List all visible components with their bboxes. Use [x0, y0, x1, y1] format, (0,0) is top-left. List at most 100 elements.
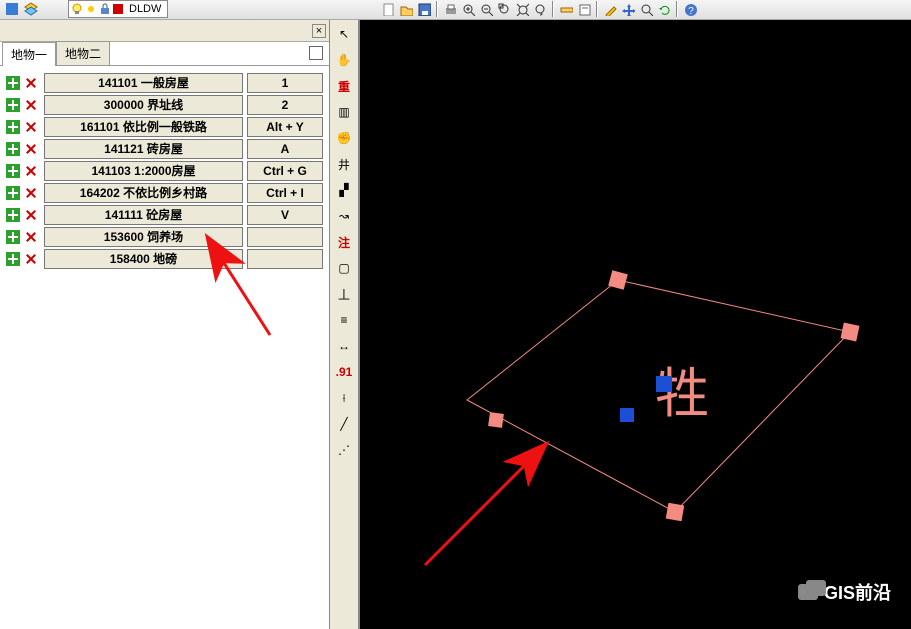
app-icon[interactable]: [4, 1, 20, 17]
feature-label-button[interactable]: 141101 一般房屋: [44, 73, 243, 93]
canvas-svg: 牲: [360, 20, 911, 629]
bulb-icon: [71, 3, 83, 15]
layers2-icon[interactable]: ▥: [333, 102, 355, 122]
feature-shortcut-button[interactable]: [247, 249, 323, 269]
zoom-in-icon[interactable]: [460, 1, 476, 17]
drawing-canvas[interactable]: 牲 GIS前沿: [360, 20, 911, 629]
curve-icon[interactable]: ↝: [333, 206, 355, 226]
tab-feature-2[interactable]: 地物二: [56, 41, 110, 65]
feature-label-button[interactable]: 158400 地磅: [44, 249, 243, 269]
feature-label-button[interactable]: 141121 砖房屋: [44, 139, 243, 159]
ruler-tool-icon[interactable]: [558, 1, 574, 17]
remove-icon[interactable]: [24, 98, 38, 112]
panel-close-button[interactable]: ×: [312, 24, 326, 38]
add-icon[interactable]: [6, 164, 20, 178]
box-icon[interactable]: ▢: [333, 258, 355, 278]
add-icon[interactable]: [6, 252, 20, 266]
add-icon[interactable]: [6, 186, 20, 200]
remove-icon[interactable]: [24, 120, 38, 134]
add-icon[interactable]: [6, 208, 20, 222]
zoom-out-icon[interactable]: [478, 1, 494, 17]
remove-icon[interactable]: [24, 186, 38, 200]
zoom-window-icon[interactable]: [496, 1, 512, 17]
hand-icon[interactable]: ✋: [333, 50, 355, 70]
top-toolbar: DLDW ?: [0, 0, 911, 20]
feature-row: 153600 饲养场: [6, 226, 323, 247]
tab-toggle-box[interactable]: [309, 46, 323, 60]
feature-label-button[interactable]: 141103 1:2000房屋: [44, 161, 243, 181]
help-icon[interactable]: ?: [682, 1, 698, 17]
add-icon[interactable]: [6, 142, 20, 156]
grid-icon[interactable]: 井: [333, 154, 355, 174]
layer-selector[interactable]: DLDW: [68, 0, 168, 18]
feature-shortcut-button[interactable]: Alt + Y: [247, 117, 323, 137]
feature-shortcut-button[interactable]: V: [247, 205, 323, 225]
scale-label[interactable]: .91: [333, 362, 355, 382]
add-icon[interactable]: [6, 120, 20, 134]
remove-icon[interactable]: [24, 76, 38, 90]
property-panel: × 地物一 地物二 141101 一般房屋1300000 界址线2161101 …: [0, 20, 330, 629]
feature-list: 141101 一般房屋1300000 界址线2161101 依比例一般铁路Alt…: [0, 66, 329, 629]
refresh-icon[interactable]: [656, 1, 672, 17]
watermark-text: GIS前沿: [824, 579, 891, 605]
chong-label[interactable]: 重: [333, 76, 355, 96]
dashline-icon[interactable]: ⋰: [333, 440, 355, 460]
print-icon[interactable]: [442, 1, 458, 17]
dim-icon[interactable]: ↔: [333, 336, 355, 356]
ruler-icon[interactable]: 丄: [333, 284, 355, 304]
layers-icon[interactable]: [23, 1, 39, 17]
feature-shortcut-button[interactable]: Ctrl + I: [247, 183, 323, 203]
feature-row: 161101 依比例一般铁路Alt + Y: [6, 116, 323, 137]
watermark: GIS前沿: [798, 579, 891, 605]
chart-icon[interactable]: ▞: [333, 180, 355, 200]
vertical-toolstrip: ↖ ✋ 重 ▥ ✊ 井 ▞ ↝ 注 ▢ 丄 ≡ ↔ .91 ⟊ ╱ ⋰: [330, 20, 360, 629]
feature-label-button[interactable]: 164202 不依比例乡村路: [44, 183, 243, 203]
add-icon[interactable]: [6, 230, 20, 244]
panel-header: ×: [0, 20, 329, 42]
bars-icon[interactable]: ≡: [333, 310, 355, 330]
save-icon[interactable]: [416, 1, 432, 17]
zoom-prev-icon[interactable]: [532, 1, 548, 17]
note-icon[interactable]: [576, 1, 592, 17]
remove-icon[interactable]: [24, 142, 38, 156]
remove-icon[interactable]: [24, 230, 38, 244]
feature-row: 141103 1:2000房屋Ctrl + G: [6, 160, 323, 181]
feature-label-button[interactable]: 161101 依比例一般铁路: [44, 117, 243, 137]
zoom2-icon[interactable]: [638, 1, 654, 17]
feature-row: 164202 不依比例乡村路Ctrl + I: [6, 182, 323, 203]
zoom-extent-icon[interactable]: [514, 1, 530, 17]
open-icon[interactable]: [398, 1, 414, 17]
remove-icon[interactable]: [24, 208, 38, 222]
feature-shortcut-button[interactable]: [247, 227, 323, 247]
top-left-icons: [4, 1, 39, 17]
seg-icon[interactable]: ⟊: [333, 388, 355, 408]
feature-shortcut-button[interactable]: A: [247, 139, 323, 159]
edit-icon[interactable]: [602, 1, 618, 17]
remove-icon[interactable]: [24, 164, 38, 178]
top-right-icons: ?: [380, 1, 698, 17]
zhu-label[interactable]: 注: [333, 232, 355, 252]
add-icon[interactable]: [6, 98, 20, 112]
feature-label-button[interactable]: 300000 界址线: [44, 95, 243, 115]
feature-row: 141121 砖房屋A: [6, 138, 323, 159]
feature-shortcut-button[interactable]: Ctrl + G: [247, 161, 323, 181]
dash-icon[interactable]: ╱: [333, 414, 355, 434]
feature-shortcut-button[interactable]: 1: [247, 73, 323, 93]
feature-label-button[interactable]: 141111 砼房屋: [44, 205, 243, 225]
feature-label-button[interactable]: 153600 饲养场: [44, 227, 243, 247]
new-icon[interactable]: [380, 1, 396, 17]
tab-row: 地物一 地物二: [0, 42, 329, 66]
add-icon[interactable]: [6, 76, 20, 90]
feature-row: 158400 地磅: [6, 248, 323, 269]
tab-feature-1[interactable]: 地物一: [2, 42, 56, 66]
feature-shortcut-button[interactable]: 2: [247, 95, 323, 115]
hand2-icon[interactable]: ✊: [333, 128, 355, 148]
canvas-annotation-char: 牲: [655, 364, 709, 424]
sun-icon: [85, 3, 97, 15]
lock-icon: [99, 3, 111, 15]
cursor-icon[interactable]: ↖: [333, 24, 355, 44]
remove-icon[interactable]: [24, 252, 38, 266]
move-icon[interactable]: [620, 1, 636, 17]
layer-name: DLDW: [125, 3, 165, 15]
svg-text:?: ?: [688, 6, 694, 17]
